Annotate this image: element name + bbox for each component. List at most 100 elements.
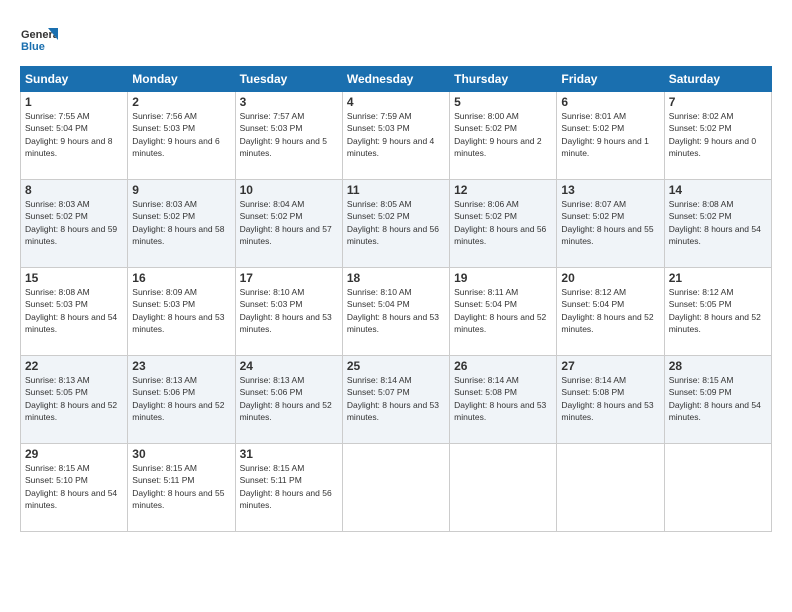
calendar-cell: 2Sunrise: 7:56 AMSunset: 5:03 PMDaylight… (128, 92, 235, 180)
day-info: Sunrise: 8:00 AMSunset: 5:02 PMDaylight:… (454, 110, 552, 159)
day-number: 30 (132, 447, 230, 461)
day-number: 17 (240, 271, 338, 285)
calendar-cell: 24Sunrise: 8:13 AMSunset: 5:06 PMDayligh… (235, 356, 342, 444)
calendar-cell: 7Sunrise: 8:02 AMSunset: 5:02 PMDaylight… (664, 92, 771, 180)
day-number: 9 (132, 183, 230, 197)
day-info: Sunrise: 8:10 AMSunset: 5:03 PMDaylight:… (240, 286, 338, 335)
day-number: 25 (347, 359, 445, 373)
calendar-cell: 30Sunrise: 8:15 AMSunset: 5:11 PMDayligh… (128, 444, 235, 532)
day-number: 31 (240, 447, 338, 461)
calendar-cell: 11Sunrise: 8:05 AMSunset: 5:02 PMDayligh… (342, 180, 449, 268)
calendar-cell: 6Sunrise: 8:01 AMSunset: 5:02 PMDaylight… (557, 92, 664, 180)
calendar-cell: 4Sunrise: 7:59 AMSunset: 5:03 PMDaylight… (342, 92, 449, 180)
day-number: 10 (240, 183, 338, 197)
weekday-label: Friday (557, 67, 664, 92)
calendar-cell: 22Sunrise: 8:13 AMSunset: 5:05 PMDayligh… (21, 356, 128, 444)
calendar-cell: 29Sunrise: 8:15 AMSunset: 5:10 PMDayligh… (21, 444, 128, 532)
day-number: 21 (669, 271, 767, 285)
day-number: 14 (669, 183, 767, 197)
calendar-body: 1Sunrise: 7:55 AMSunset: 5:04 PMDaylight… (21, 92, 772, 532)
calendar-cell: 5Sunrise: 8:00 AMSunset: 5:02 PMDaylight… (450, 92, 557, 180)
day-info: Sunrise: 8:04 AMSunset: 5:02 PMDaylight:… (240, 198, 338, 247)
day-number: 6 (561, 95, 659, 109)
day-info: Sunrise: 7:55 AMSunset: 5:04 PMDaylight:… (25, 110, 123, 159)
day-info: Sunrise: 7:57 AMSunset: 5:03 PMDaylight:… (240, 110, 338, 159)
calendar-cell: 14Sunrise: 8:08 AMSunset: 5:02 PMDayligh… (664, 180, 771, 268)
day-info: Sunrise: 8:14 AMSunset: 5:08 PMDaylight:… (454, 374, 552, 423)
calendar-table: SundayMondayTuesdayWednesdayThursdayFrid… (20, 66, 772, 532)
day-info: Sunrise: 8:13 AMSunset: 5:06 PMDaylight:… (132, 374, 230, 423)
day-number: 8 (25, 183, 123, 197)
day-number: 7 (669, 95, 767, 109)
day-number: 18 (347, 271, 445, 285)
day-number: 4 (347, 95, 445, 109)
day-info: Sunrise: 8:07 AMSunset: 5:02 PMDaylight:… (561, 198, 659, 247)
calendar-cell (557, 444, 664, 532)
day-info: Sunrise: 8:02 AMSunset: 5:02 PMDaylight:… (669, 110, 767, 159)
calendar-cell: 1Sunrise: 7:55 AMSunset: 5:04 PMDaylight… (21, 92, 128, 180)
page: General Blue SundayMondayTuesdayWednesda… (0, 0, 792, 612)
calendar-week-row: 8Sunrise: 8:03 AMSunset: 5:02 PMDaylight… (21, 180, 772, 268)
weekday-header-row: SundayMondayTuesdayWednesdayThursdayFrid… (21, 67, 772, 92)
day-number: 12 (454, 183, 552, 197)
day-info: Sunrise: 8:09 AMSunset: 5:03 PMDaylight:… (132, 286, 230, 335)
calendar-week-row: 29Sunrise: 8:15 AMSunset: 5:10 PMDayligh… (21, 444, 772, 532)
day-number: 22 (25, 359, 123, 373)
calendar-cell: 25Sunrise: 8:14 AMSunset: 5:07 PMDayligh… (342, 356, 449, 444)
calendar-week-row: 15Sunrise: 8:08 AMSunset: 5:03 PMDayligh… (21, 268, 772, 356)
calendar-cell: 3Sunrise: 7:57 AMSunset: 5:03 PMDaylight… (235, 92, 342, 180)
calendar-cell: 16Sunrise: 8:09 AMSunset: 5:03 PMDayligh… (128, 268, 235, 356)
day-info: Sunrise: 8:14 AMSunset: 5:08 PMDaylight:… (561, 374, 659, 423)
day-info: Sunrise: 8:01 AMSunset: 5:02 PMDaylight:… (561, 110, 659, 159)
weekday-label: Thursday (450, 67, 557, 92)
calendar-cell: 13Sunrise: 8:07 AMSunset: 5:02 PMDayligh… (557, 180, 664, 268)
day-number: 19 (454, 271, 552, 285)
day-number: 13 (561, 183, 659, 197)
calendar-week-row: 1Sunrise: 7:55 AMSunset: 5:04 PMDaylight… (21, 92, 772, 180)
day-info: Sunrise: 7:59 AMSunset: 5:03 PMDaylight:… (347, 110, 445, 159)
day-number: 20 (561, 271, 659, 285)
day-number: 1 (25, 95, 123, 109)
day-info: Sunrise: 8:15 AMSunset: 5:11 PMDaylight:… (132, 462, 230, 511)
calendar-cell (664, 444, 771, 532)
day-info: Sunrise: 7:56 AMSunset: 5:03 PMDaylight:… (132, 110, 230, 159)
day-number: 15 (25, 271, 123, 285)
day-info: Sunrise: 8:10 AMSunset: 5:04 PMDaylight:… (347, 286, 445, 335)
day-info: Sunrise: 8:13 AMSunset: 5:05 PMDaylight:… (25, 374, 123, 423)
day-info: Sunrise: 8:08 AMSunset: 5:02 PMDaylight:… (669, 198, 767, 247)
calendar-cell: 21Sunrise: 8:12 AMSunset: 5:05 PMDayligh… (664, 268, 771, 356)
header: General Blue (20, 20, 772, 58)
day-info: Sunrise: 8:03 AMSunset: 5:02 PMDaylight:… (132, 198, 230, 247)
weekday-label: Wednesday (342, 67, 449, 92)
calendar-cell: 12Sunrise: 8:06 AMSunset: 5:02 PMDayligh… (450, 180, 557, 268)
day-info: Sunrise: 8:13 AMSunset: 5:06 PMDaylight:… (240, 374, 338, 423)
calendar-cell: 8Sunrise: 8:03 AMSunset: 5:02 PMDaylight… (21, 180, 128, 268)
calendar-cell: 9Sunrise: 8:03 AMSunset: 5:02 PMDaylight… (128, 180, 235, 268)
day-number: 5 (454, 95, 552, 109)
day-number: 3 (240, 95, 338, 109)
day-info: Sunrise: 8:08 AMSunset: 5:03 PMDaylight:… (25, 286, 123, 335)
calendar-cell: 18Sunrise: 8:10 AMSunset: 5:04 PMDayligh… (342, 268, 449, 356)
calendar-cell (450, 444, 557, 532)
calendar-cell (342, 444, 449, 532)
logo-icon: General Blue (20, 20, 58, 58)
day-number: 28 (669, 359, 767, 373)
calendar-cell: 26Sunrise: 8:14 AMSunset: 5:08 PMDayligh… (450, 356, 557, 444)
weekday-label: Saturday (664, 67, 771, 92)
calendar-cell: 20Sunrise: 8:12 AMSunset: 5:04 PMDayligh… (557, 268, 664, 356)
calendar-cell: 15Sunrise: 8:08 AMSunset: 5:03 PMDayligh… (21, 268, 128, 356)
day-info: Sunrise: 8:15 AMSunset: 5:10 PMDaylight:… (25, 462, 123, 511)
calendar-week-row: 22Sunrise: 8:13 AMSunset: 5:05 PMDayligh… (21, 356, 772, 444)
weekday-label: Sunday (21, 67, 128, 92)
day-info: Sunrise: 8:11 AMSunset: 5:04 PMDaylight:… (454, 286, 552, 335)
day-number: 23 (132, 359, 230, 373)
weekday-label: Monday (128, 67, 235, 92)
logo: General Blue (20, 20, 58, 58)
day-number: 16 (132, 271, 230, 285)
calendar-cell: 23Sunrise: 8:13 AMSunset: 5:06 PMDayligh… (128, 356, 235, 444)
day-info: Sunrise: 8:15 AMSunset: 5:09 PMDaylight:… (669, 374, 767, 423)
day-info: Sunrise: 8:03 AMSunset: 5:02 PMDaylight:… (25, 198, 123, 247)
calendar-cell: 19Sunrise: 8:11 AMSunset: 5:04 PMDayligh… (450, 268, 557, 356)
calendar-cell: 28Sunrise: 8:15 AMSunset: 5:09 PMDayligh… (664, 356, 771, 444)
calendar-cell: 10Sunrise: 8:04 AMSunset: 5:02 PMDayligh… (235, 180, 342, 268)
